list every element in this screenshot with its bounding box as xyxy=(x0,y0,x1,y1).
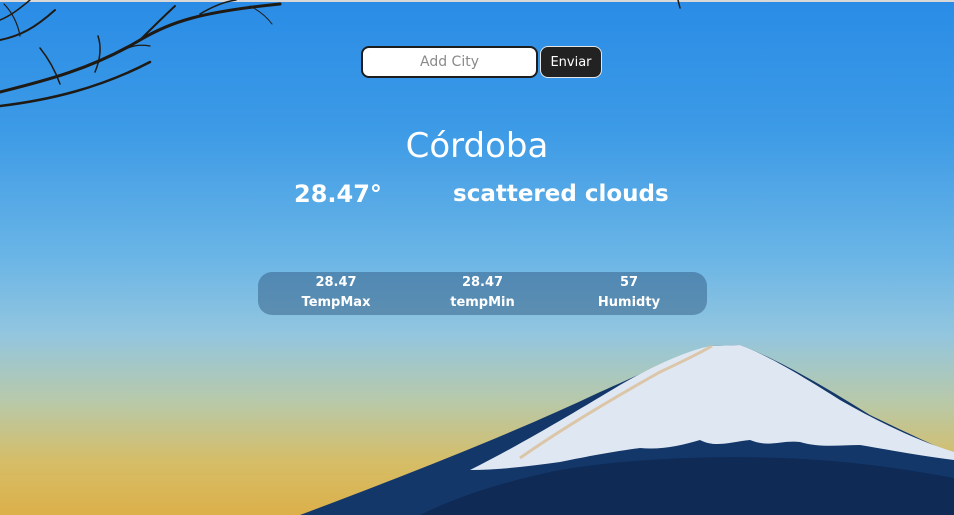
weather-description: scattered clouds xyxy=(453,181,669,207)
stat-label: tempMin xyxy=(450,295,515,310)
city-name: Córdoba xyxy=(405,126,549,166)
stat-value: 28.47 xyxy=(315,275,357,290)
stat-temp-max: 28.47 TempMax xyxy=(281,272,391,315)
stat-value: 28.47 xyxy=(461,275,504,290)
current-temperature: 28.47° xyxy=(294,180,382,208)
stat-label: Humidty xyxy=(597,295,661,310)
stat-value: 57 xyxy=(619,275,639,290)
stat-temp-min: 28.47 tempMin xyxy=(428,272,538,315)
search-bar: Enviar xyxy=(361,46,602,78)
send-button[interactable]: Enviar xyxy=(540,46,602,78)
current-weather-row: 28.47° scattered clouds xyxy=(0,176,954,212)
city-search-input[interactable] xyxy=(361,46,538,78)
weather-stats-panel: 28.47 TempMax 28.47 tempMin 57 Humidty xyxy=(258,272,707,315)
stat-humidity: 57 Humidty xyxy=(574,272,684,315)
weather-app: Enviar Córdoba 28.47° scattered clouds 2… xyxy=(0,0,954,515)
stat-label: TempMax xyxy=(301,295,371,310)
